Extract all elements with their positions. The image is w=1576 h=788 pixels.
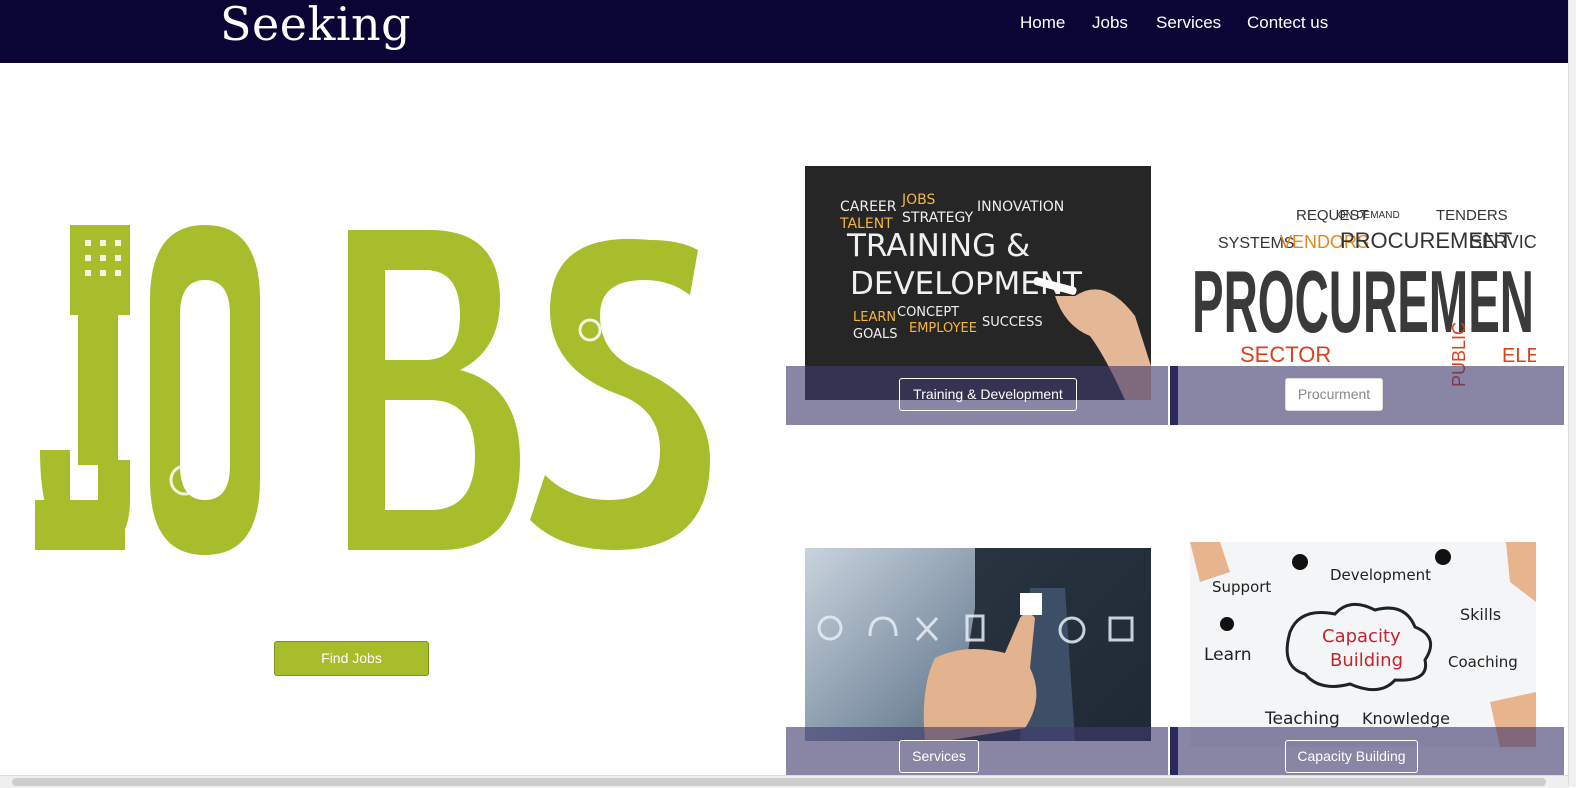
wc-electi: ELECTI: [1502, 345, 1536, 367]
wc-tenders: TENDERS: [1436, 207, 1508, 224]
procurement-button[interactable]: Procurment: [1285, 378, 1383, 411]
card-divider: [1170, 366, 1178, 425]
chalkboard-graphic: CAREER JOBS TALENT STRATEGY INNOVATION T…: [805, 166, 1151, 400]
cap-knowledge: Knowledge: [1362, 709, 1450, 728]
nav-home[interactable]: Home: [1020, 12, 1065, 34]
cap-support: Support: [1212, 578, 1271, 596]
cap-development: Development: [1330, 566, 1431, 584]
nav-services[interactable]: Services: [1156, 12, 1221, 34]
services-graphic: [817, 548, 1151, 741]
capacity-building-button[interactable]: Capacity Building: [1285, 740, 1418, 773]
chalk-employee: EMPLOYEE: [909, 321, 977, 336]
cap-capacity: Capacity: [1322, 626, 1401, 647]
chalk-goals: GOALS: [853, 327, 897, 342]
chalk-strategy: STRATEGY: [902, 210, 974, 226]
training-development-image: CAREER JOBS TALENT STRATEGY INNOVATION T…: [805, 166, 1151, 400]
cap-skills: Skills: [1460, 605, 1501, 624]
horizontal-scroll-thumb[interactable]: [12, 778, 1546, 786]
cap-coaching: Coaching: [1448, 653, 1518, 671]
nav-contact[interactable]: Contect us: [1247, 12, 1328, 34]
nav-jobs[interactable]: Jobs: [1092, 12, 1128, 34]
chalk-jobs: JOBS: [901, 192, 936, 208]
chalk-career: CAREER: [840, 199, 897, 215]
services-button[interactable]: Services: [899, 740, 979, 773]
chalk-learn: LEARN: [853, 310, 896, 325]
cap-learn: Learn: [1204, 645, 1252, 665]
chalk-innovation: INNOVATION: [977, 199, 1064, 215]
cap-building: Building: [1330, 650, 1403, 671]
services-image: [805, 548, 1151, 741]
wc-sector: SECTOR: [1240, 342, 1331, 367]
jobs-hero-image: [30, 220, 720, 560]
chalk-concept: CONCEPT: [897, 305, 959, 320]
training-development-button[interactable]: Training & Development: [899, 378, 1077, 411]
jobs-illustration: [35, 225, 710, 555]
procurement-image: REQUEST ON-DEMAND TENDERS SYSTEMS VENDOR…: [1190, 152, 1536, 400]
vertical-scrollbar[interactable]: [1568, 0, 1576, 787]
procurement-wordcloud: REQUEST ON-DEMAND TENDERS SYSTEMS VENDOR…: [1190, 152, 1536, 400]
navbar: Seeking Home Jobs Services Contect us: [0, 0, 1568, 63]
wc-on-demand: ON-DEMAND: [1338, 210, 1400, 221]
brand-logo[interactable]: Seeking: [220, 0, 411, 54]
wc-procurement-big: PROCUREMEN: [1192, 252, 1534, 351]
chalk-success: SUCCESS: [982, 315, 1043, 330]
chalk-training: TRAINING &: [846, 228, 1030, 264]
card-divider-2: [1170, 727, 1178, 775]
wc-services: SERVICES: [1470, 232, 1536, 252]
horizontal-scrollbar[interactable]: [0, 775, 1568, 788]
capacity-graphic: Capacity Building Support Development Sk…: [1190, 542, 1536, 747]
capacity-building-image: Capacity Building Support Development Sk…: [1190, 542, 1536, 747]
cap-teaching: Teaching: [1264, 709, 1340, 729]
find-jobs-button[interactable]: Find Jobs: [274, 641, 429, 676]
